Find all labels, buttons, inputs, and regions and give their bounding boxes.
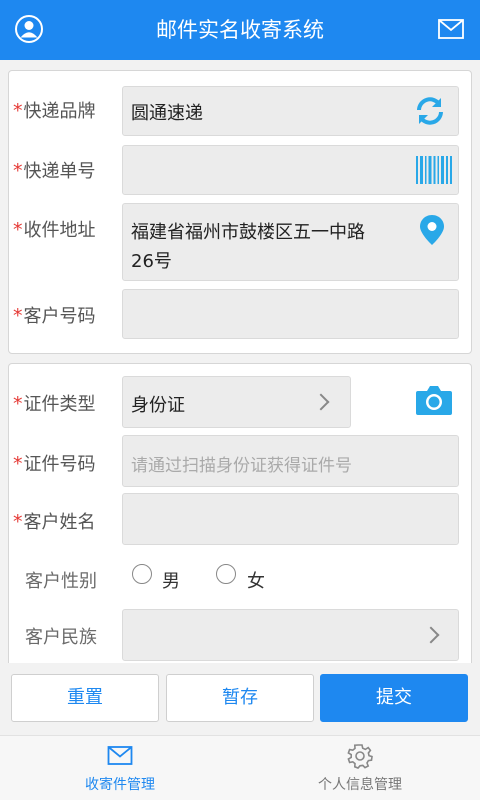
shipment-info-card: *快递品牌 圆通速递 *快递单号 *收件地址 福建省福州市鼓楼区五一中路 26号… — [8, 70, 472, 354]
address-label: *收件地址 — [13, 219, 96, 241]
tracking-number-input[interactable] — [122, 145, 459, 195]
gear-icon — [347, 744, 373, 769]
mail-icon[interactable] — [438, 18, 464, 40]
id-number-label: *证件号码 — [13, 453, 96, 475]
address-input[interactable]: 福建省福州市鼓楼区五一中路 26号 — [122, 203, 459, 281]
submit-button[interactable]: 提交 — [320, 674, 468, 722]
camera-icon[interactable] — [415, 384, 453, 416]
gender-male-label: 男 — [162, 571, 180, 592]
location-pin-icon[interactable] — [418, 214, 446, 246]
gender-female-radio[interactable] — [216, 564, 236, 584]
ethnicity-label: 客户民族 — [25, 627, 97, 648]
customer-name-input[interactable] — [122, 493, 459, 545]
customer-name-label: *客户姓名 — [13, 511, 96, 533]
customer-number-label: *客户号码 — [13, 305, 96, 327]
action-bar: 重置 暂存 提交 — [0, 663, 480, 735]
tab-personal-info[interactable]: 个人信息管理 — [240, 736, 480, 800]
gender-male-radio[interactable] — [132, 564, 152, 584]
app-header: 邮件实名收寄系统 — [0, 0, 480, 60]
id-number-input[interactable]: 请通过扫描身份证获得证件号 — [122, 435, 459, 487]
bottom-tab-bar: 收寄件管理 个人信息管理 — [0, 735, 480, 800]
brand-select[interactable]: 圆通速递 — [122, 86, 459, 136]
customer-info-card: *证件类型 身份证 *证件号码 请通过扫描身份证获得证件号 *客户姓名 客户性别… — [8, 363, 472, 663]
barcode-scan-icon[interactable] — [415, 155, 453, 185]
save-draft-button[interactable]: 暂存 — [166, 674, 314, 722]
ethnicity-select[interactable] — [122, 609, 459, 661]
chevron-right-icon — [312, 393, 330, 411]
chevron-right-icon — [422, 626, 440, 644]
id-type-select[interactable]: 身份证 — [122, 376, 351, 428]
refresh-icon[interactable] — [413, 94, 447, 128]
reset-button[interactable]: 重置 — [11, 674, 159, 722]
gender-female-label: 女 — [247, 571, 265, 592]
customer-number-input[interactable] — [122, 289, 459, 339]
brand-label: *快递品牌 — [13, 100, 96, 122]
gender-label: 客户性别 — [25, 571, 97, 592]
page-title: 邮件实名收寄系统 — [156, 18, 324, 42]
mail-icon — [107, 746, 133, 765]
id-type-label: *证件类型 — [13, 393, 96, 415]
tracking-label: *快递单号 — [13, 160, 96, 182]
tab-shipping-management[interactable]: 收寄件管理 — [0, 736, 240, 800]
